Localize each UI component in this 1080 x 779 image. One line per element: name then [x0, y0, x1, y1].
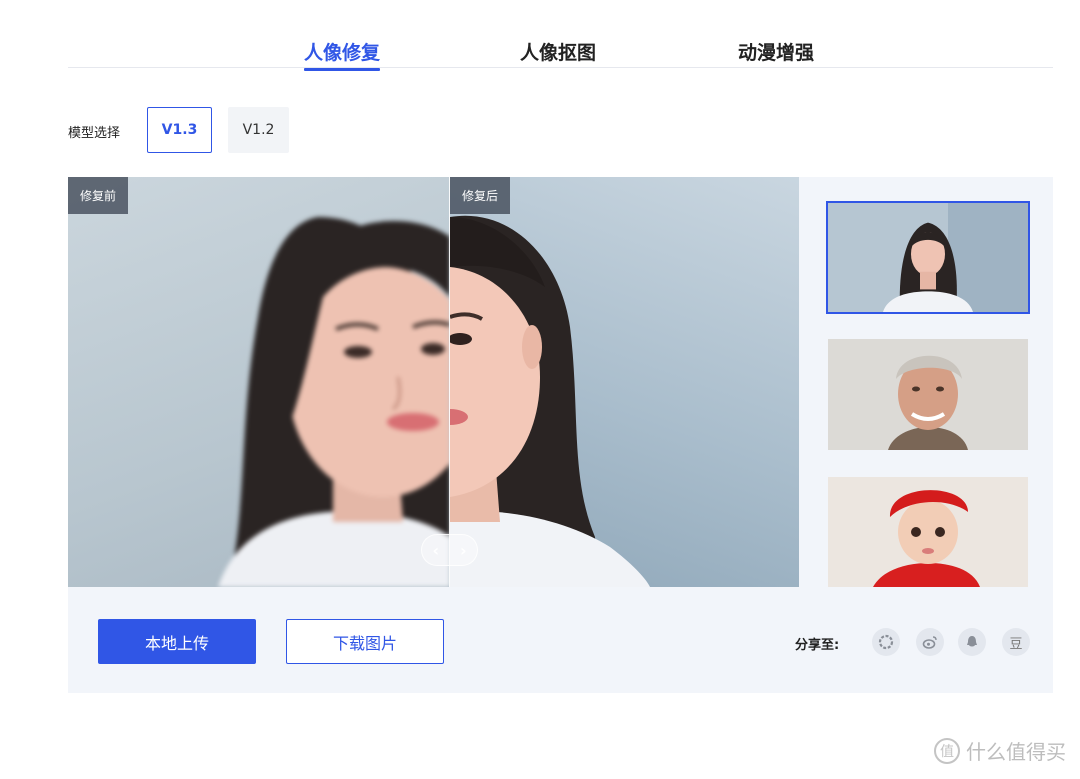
after-tag: 修复后 [450, 177, 511, 214]
compare-slider-handle[interactable]: ‹ › [421, 534, 478, 566]
download-image-button[interactable]: 下载图片 [286, 619, 444, 664]
before-image [68, 177, 450, 587]
moments-icon[interactable] [872, 628, 900, 656]
site-watermark: 值 什么值得买 [934, 736, 1066, 765]
compare-divider [449, 177, 450, 587]
upload-local-button[interactable]: 本地上传 [98, 619, 256, 664]
tab-anime-enhance[interactable]: 动漫增强 [738, 38, 814, 65]
qq-icon[interactable] [958, 628, 986, 656]
model-option-v1-3[interactable]: V1.3 [147, 107, 212, 153]
douban-glyph: 豆 [1009, 636, 1023, 652]
share-label: 分享至: [795, 638, 840, 653]
tab-portrait-restore[interactable]: 人像修复 [304, 38, 381, 71]
before-portrait [218, 217, 450, 587]
after-portrait [450, 215, 650, 587]
tab-portrait-cutout[interactable]: 人像抠图 [520, 38, 596, 65]
main-panel: 修复前 修复后 ‹ › 本地上传 下载图片 分享至: 豆 [68, 177, 1053, 693]
weibo-icon[interactable] [916, 628, 944, 656]
thumbnail-young-woman[interactable] [826, 201, 1030, 314]
thumbnail-older-man[interactable] [828, 339, 1028, 450]
after-image [450, 177, 799, 587]
watermark-text: 什么值得买 [966, 740, 1066, 764]
chevron-left-icon: ‹ [432, 540, 440, 560]
model-select-label: 模型选择 [68, 126, 121, 141]
chevron-right-icon: › [459, 540, 467, 560]
before-tag: 修复前 [68, 177, 129, 214]
watermark-logo-icon: 值 [934, 737, 960, 764]
douban-icon[interactable]: 豆 [1002, 628, 1030, 656]
compare-viewer[interactable]: 修复前 修复后 ‹ › [68, 177, 799, 587]
tab-bar: 人像修复 人像抠图 动漫增强 [68, 0, 1053, 71]
model-option-v1-2[interactable]: V1.2 [228, 107, 289, 153]
thumbnail-baby-red-hat[interactable] [828, 477, 1028, 587]
